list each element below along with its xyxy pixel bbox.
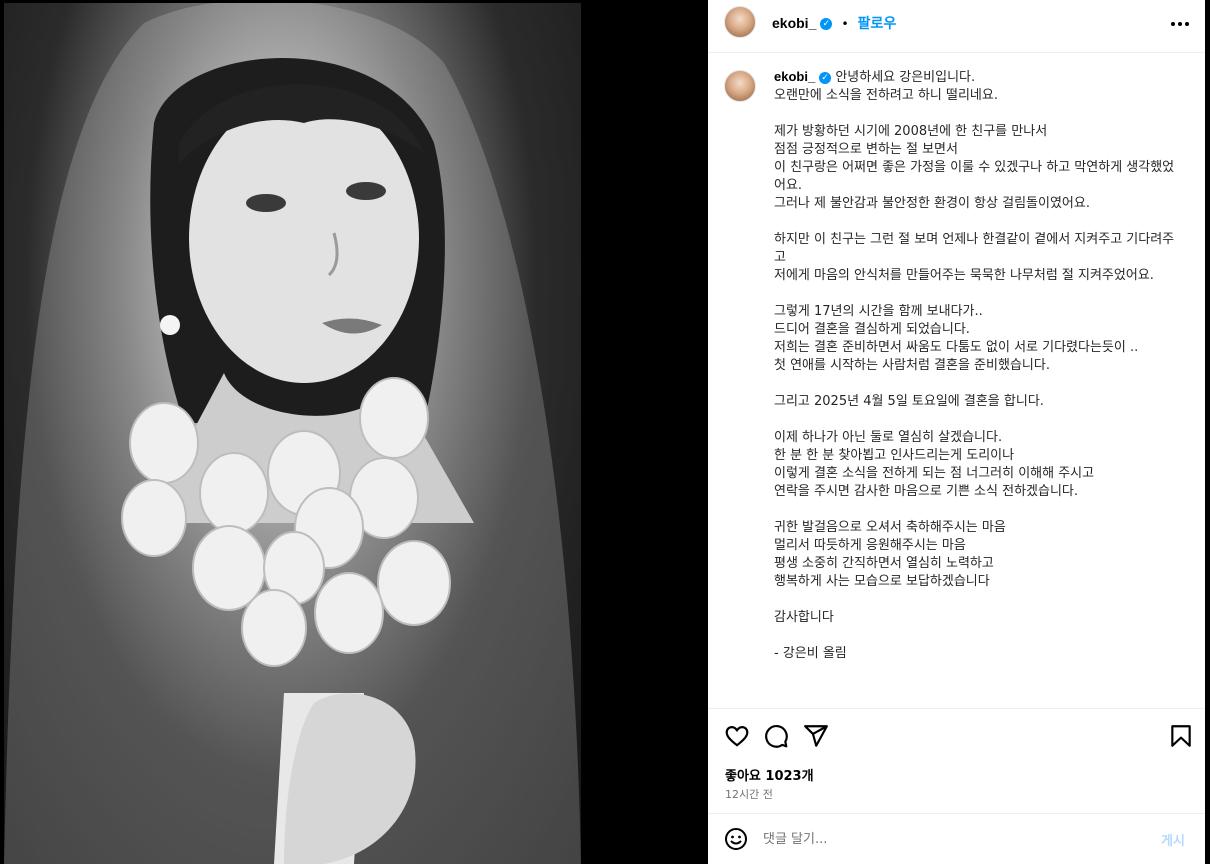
post-detail-panel: ekobi_ ✓ • 팔로우 ekobi_ ✓ 안녕하세요 강은비입니다. 오랜만에…: [708, 0, 1205, 864]
author-avatar[interactable]: [724, 6, 756, 38]
smiley-icon[interactable]: [724, 827, 748, 851]
action-bar: 좋아요 1023개 12시간 전: [708, 708, 1205, 813]
like-count[interactable]: 좋아요 1023개: [725, 765, 814, 784]
comment-icon[interactable]: [763, 723, 789, 749]
post-timestamp[interactable]: 12시간 전: [725, 786, 773, 802]
post-header: ekobi_ ✓ • 팔로우: [708, 0, 1205, 53]
author-username[interactable]: ekobi_: [772, 15, 816, 31]
caption-section: ekobi_ ✓ 안녕하세요 강은비입니다. 오랜만에 소식을 전하려고 하니 떨…: [708, 54, 1205, 708]
send-icon[interactable]: [803, 723, 829, 749]
comment-input[interactable]: [763, 827, 1143, 851]
caption-text: 안녕하세요 강은비입니다. 오랜만에 소식을 전하려고 하니 떨리네요. 제가 …: [774, 70, 1175, 661]
comment-bar: 게시: [708, 813, 1205, 864]
heart-icon[interactable]: [724, 723, 750, 749]
author-info: ekobi_ ✓ • 팔로우: [772, 13, 896, 33]
window-edge: [1205, 0, 1210, 864]
caption-body: ekobi_ ✓ 안녕하세요 강은비입니다. 오랜만에 소식을 전하려고 하니 떨…: [774, 68, 1186, 663]
follow-button[interactable]: 팔로우: [858, 15, 897, 31]
caption-username[interactable]: ekobi_: [774, 69, 815, 84]
verified-badge-icon: ✓: [820, 17, 833, 30]
post-comment-button[interactable]: 게시: [1161, 830, 1185, 849]
dot-separator: •: [841, 17, 849, 31]
caption-author-avatar[interactable]: [724, 70, 756, 102]
post-media-area: [0, 0, 708, 864]
post-photo[interactable]: [4, 3, 581, 864]
caption-verified-badge-icon: ✓: [819, 71, 832, 84]
wedding-photo-illustration: [4, 3, 581, 864]
more-horizontal-icon[interactable]: [1168, 12, 1192, 36]
bookmark-icon[interactable]: [1168, 723, 1194, 749]
